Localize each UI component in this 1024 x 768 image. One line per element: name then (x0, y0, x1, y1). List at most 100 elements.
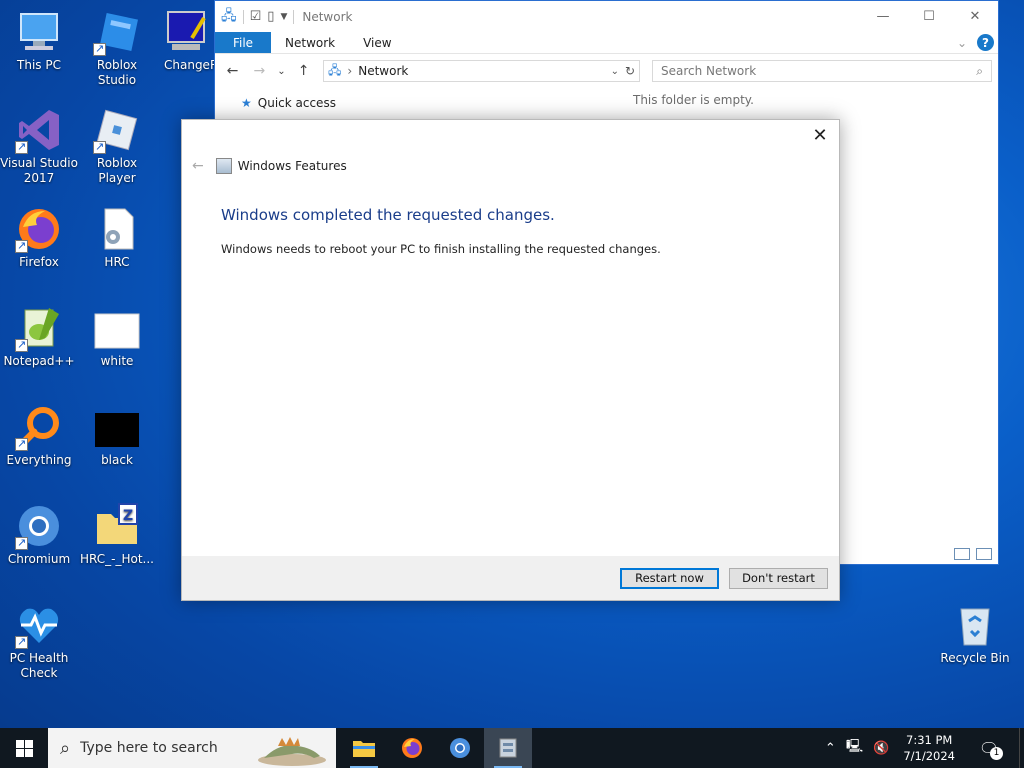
volume-muted-icon[interactable]: 🔇 (873, 741, 889, 756)
windows-features-dialog: ✕ ← Windows Features Windows completed t… (181, 119, 840, 601)
tab-file[interactable]: File (215, 32, 271, 53)
close-button[interactable]: ✕ (952, 1, 998, 32)
customize-toolbar-icon[interactable]: ▼ (280, 12, 287, 22)
network-status-icon[interactable]: 🖳 (846, 737, 863, 759)
expand-ribbon-icon[interactable]: ⌄ (957, 36, 967, 50)
desktop-icon-pc-health-check[interactable]: PC Health Check (0, 601, 78, 681)
roblox-studio-icon (93, 8, 141, 56)
window-controls: — ☐ ✕ (860, 1, 998, 32)
desktop-icon-everything[interactable]: Everything (0, 403, 78, 468)
notification-count: 1 (990, 747, 1003, 760)
new-folder-icon[interactable]: ▯ (267, 9, 274, 24)
address-bar[interactable]: 🖧 › Network ⌄ ↻ (323, 60, 641, 82)
dialog-message: Windows needs to reboot your PC to finis… (221, 242, 661, 256)
desktop-icon-firefox[interactable]: Firefox (0, 205, 78, 270)
windows-features-icon (215, 158, 232, 174)
health-heart-icon (15, 601, 63, 649)
desktop-icon-label: Roblox Player (96, 156, 138, 185)
everything-search-icon (15, 403, 63, 451)
taskbar-search-box[interactable]: ⌕ Type here to search (48, 728, 336, 768)
taskbar-firefox[interactable] (388, 728, 436, 768)
desktop-icon-roblox-player[interactable]: Roblox Player (78, 106, 156, 186)
refresh-icon[interactable]: ↻ (625, 64, 635, 78)
properties-icon[interactable]: ☑ (250, 9, 262, 24)
back-button[interactable]: ← (221, 63, 244, 79)
folder-icon (353, 741, 375, 757)
dialog-close-button[interactable]: ✕ (809, 126, 831, 148)
help-icon[interactable]: ? (977, 34, 994, 51)
dialog-header: ← Windows Features (192, 158, 347, 174)
shortcut-arrow-icon (15, 238, 28, 253)
desktop-icon-this-pc[interactable]: This PC (0, 8, 78, 73)
search-box[interactable]: Search Network ⌕ (652, 60, 993, 82)
desktop-icon-recycle-bin[interactable]: Recycle Bin (936, 601, 1014, 666)
desktop-icon-notepad-plus-plus[interactable]: Notepad++ (0, 304, 78, 369)
svg-text:Z: Z (123, 508, 133, 524)
desktop-icon-visual-studio[interactable]: Visual Studio 2017 (0, 106, 78, 186)
desktop-icon-changer[interactable]: ChangeR (156, 8, 216, 73)
search-icon: ⌕ (60, 737, 71, 759)
zip-folder-icon: Z (93, 502, 141, 550)
desktop-icon-hrc-hot[interactable]: Z HRC_-_Hot... (78, 502, 156, 567)
desktop-icon-label: Everything (6, 453, 72, 467)
black-image-icon (93, 403, 141, 451)
chromium-icon (450, 738, 470, 758)
action-center-button[interactable]: 🗨 1 (969, 728, 1009, 768)
desktop-icon-label: Chromium (7, 552, 71, 566)
title-bar: 🖧 ☑ ▯ ▼ Network — ☐ ✕ (215, 1, 998, 32)
shortcut-arrow-icon (15, 337, 28, 352)
desktop-icon-label: ChangeR (164, 58, 216, 72)
address-row: ← → ⌄ ↑ 🖧 › Network ⌄ ↻ Search Network ⌕ (215, 54, 998, 88)
ribbon-tabs: File Network View ⌄ ? (215, 32, 998, 54)
dialog-heading: Windows completed the requested changes. (221, 206, 555, 224)
taskbar-windows-features[interactable] (484, 728, 532, 768)
large-icons-view-icon[interactable] (976, 548, 992, 560)
roblox-player-icon (93, 106, 141, 154)
clock-date: 7/1/2024 (903, 749, 955, 763)
taskbar-file-explorer[interactable] (340, 728, 388, 768)
chevron-up-icon[interactable]: ⌃ (825, 741, 836, 756)
show-desktop-button[interactable] (1019, 728, 1024, 768)
nav-pane-quick-access[interactable]: ★ Quick access (241, 96, 336, 110)
desktop-icon-roblox-studio[interactable]: Roblox Studio (78, 8, 156, 88)
maximize-button[interactable]: ☐ (906, 1, 952, 32)
search-highlight-dinosaur-icon (258, 737, 326, 766)
recent-locations-button[interactable]: ⌄ (275, 66, 288, 77)
restart-now-button[interactable]: Restart now (620, 567, 719, 589)
desktop-icon-label: Visual Studio 2017 (0, 156, 78, 185)
address-text: Network (358, 64, 409, 78)
clock[interactable]: 7:31 PM 7/1/2024 (899, 732, 959, 764)
desktop-icon-label: This PC (17, 58, 61, 72)
divider (242, 9, 244, 24)
desktop-icon-label: Roblox Studio (96, 58, 138, 87)
desktop-icon-black[interactable]: black (78, 403, 156, 468)
quick-access-label: Quick access (257, 96, 336, 110)
shortcut-arrow-icon (15, 535, 28, 550)
breadcrumb-separator-icon: › (347, 64, 353, 78)
divider (293, 9, 295, 24)
windows-features-icon (499, 738, 517, 758)
desktop-icon-white[interactable]: white (78, 304, 156, 369)
tab-view[interactable]: View (349, 32, 405, 53)
tab-network[interactable]: Network (271, 32, 349, 53)
up-button[interactable]: ↑ (292, 63, 315, 79)
desktop-icon-label: HRC (104, 255, 130, 269)
taskbar-chromium[interactable] (436, 728, 484, 768)
notepad-plus-plus-icon (15, 304, 63, 352)
desktop-icon-label: white (100, 354, 134, 368)
address-dropdown-icon[interactable]: ⌄ (611, 66, 619, 77)
shortcut-arrow-icon (93, 139, 106, 154)
details-view-icon[interactable] (954, 548, 970, 560)
taskbar-search-placeholder: Type here to search (80, 740, 218, 756)
back-arrow-icon[interactable]: ← (192, 158, 204, 174)
start-button[interactable] (0, 728, 48, 768)
shortcut-arrow-icon (93, 41, 106, 56)
windows-logo-icon (15, 739, 33, 757)
minimize-button[interactable]: — (860, 1, 906, 32)
forward-button[interactable]: → (248, 63, 271, 79)
desktop-icon-chromium[interactable]: Chromium (0, 502, 78, 567)
desktop-icon-hrc[interactable]: HRC (78, 205, 156, 270)
quick-access-toolbar: 🖧 ☑ ▯ ▼ (221, 5, 295, 29)
search-placeholder: Search Network (661, 64, 757, 78)
dont-restart-button[interactable]: Don't restart (729, 567, 828, 589)
